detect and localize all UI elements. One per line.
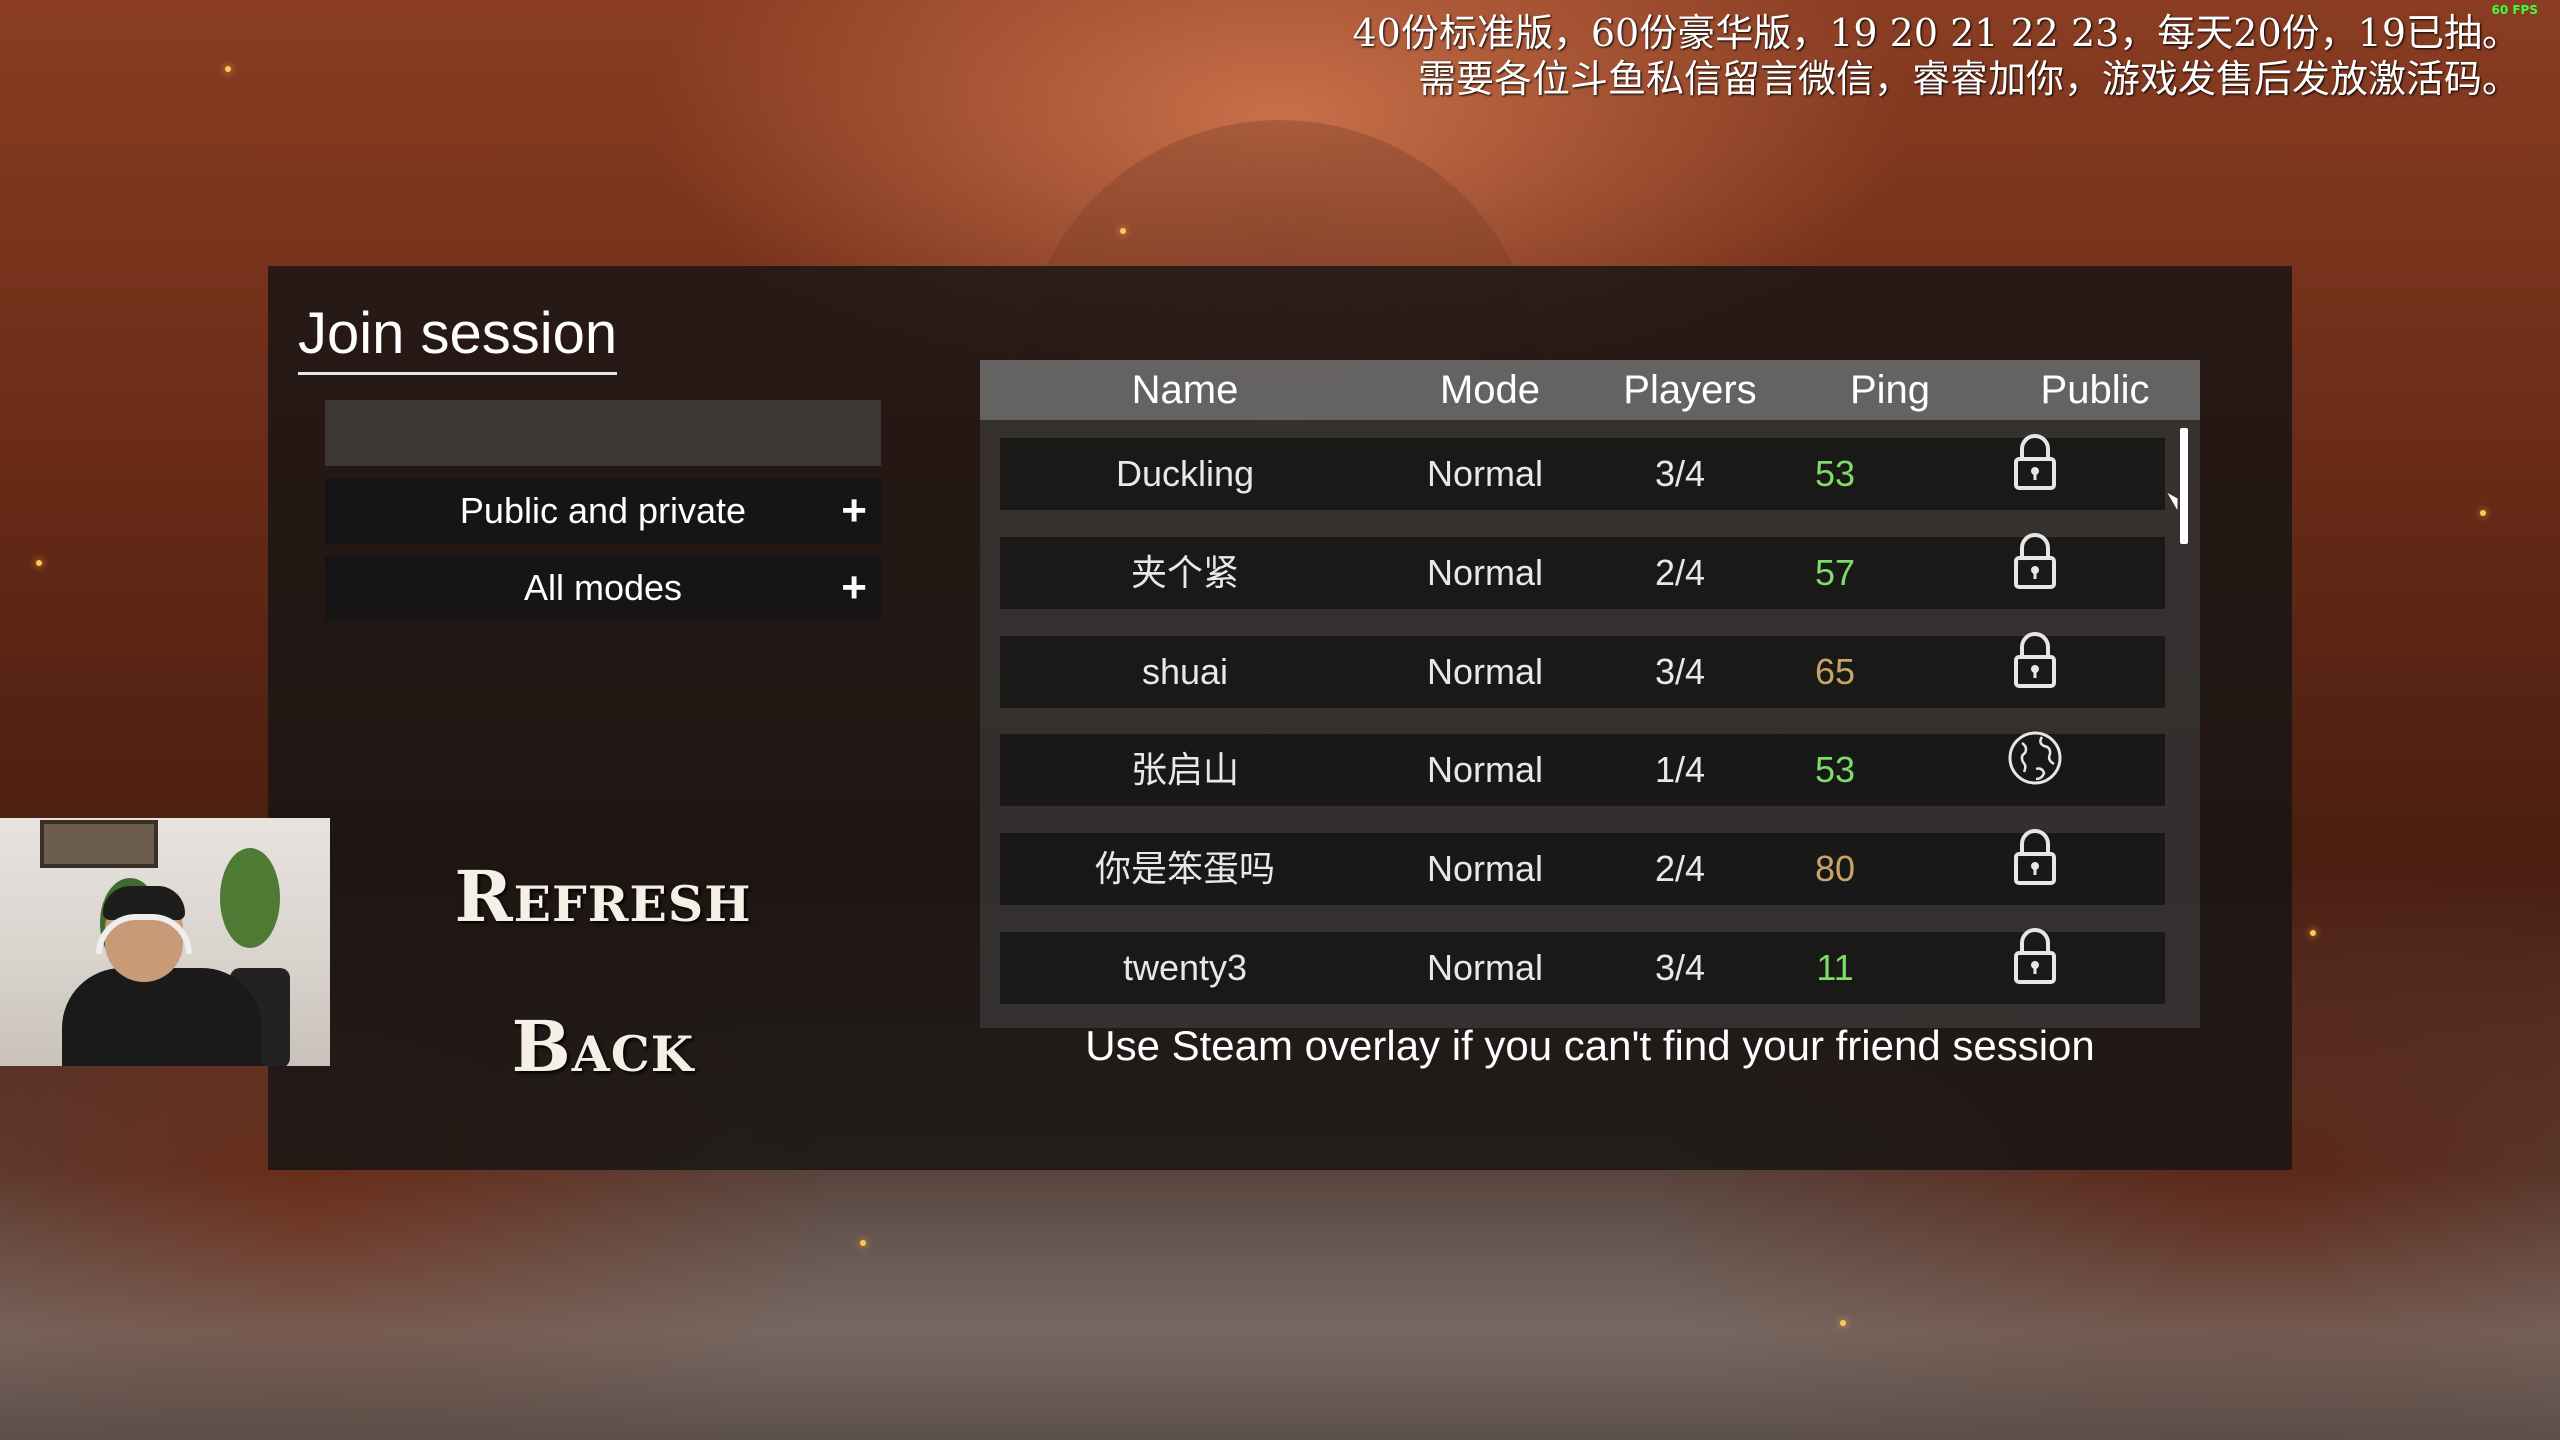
visibility-filter-label: Public and private: [459, 490, 747, 531]
streamer-webcam: [0, 818, 330, 1066]
session-players: 2/4: [1654, 848, 1706, 889]
session-mode: Normal: [1426, 947, 1543, 988]
session-search-input[interactable]: [325, 400, 881, 466]
session-players: 3/4: [1654, 651, 1706, 692]
session-row[interactable]: Duckling Normal 3/4 53: [1000, 434, 2165, 510]
steam-overlay-hint: Use Steam overlay if you can't find your…: [1085, 1022, 2095, 1069]
ember-particle: [2480, 510, 2486, 516]
column-header-public[interactable]: Public: [2010, 360, 2180, 420]
session-name: 你是笨蛋吗: [1094, 848, 1275, 889]
session-public-cell: [1950, 533, 2120, 609]
page-title: Join session: [298, 300, 618, 375]
session-mode: Normal: [1426, 848, 1543, 889]
session-public-cell: [1950, 731, 2120, 806]
session-row[interactable]: 你是笨蛋吗 Normal 2/4 80: [1000, 829, 2165, 905]
ember-particle: [2310, 930, 2316, 936]
ember-particle: [860, 1240, 866, 1246]
session-name: twenty3: [1122, 947, 1248, 988]
column-header-name[interactable]: Name: [1050, 360, 1320, 420]
session-name: 张启山: [1130, 749, 1239, 790]
lock-icon: [2013, 631, 2057, 713]
lock-icon: [2013, 927, 2057, 1009]
session-ping: 11: [1816, 947, 1854, 988]
session-players: 3/4: [1654, 453, 1706, 494]
session-name: 夹个紧: [1130, 552, 1239, 593]
session-ping: 53: [1814, 749, 1856, 790]
session-mode: Normal: [1426, 453, 1543, 494]
ember-particle: [1120, 228, 1126, 234]
plus-icon: +: [841, 563, 867, 612]
session-mode: Normal: [1426, 749, 1543, 790]
ember-particle: [225, 66, 231, 72]
column-header-mode[interactable]: Mode: [1390, 360, 1590, 420]
session-mode: Normal: [1426, 651, 1543, 692]
streamer-body: [62, 968, 262, 1066]
globe-icon: [2006, 729, 2064, 811]
ember-particle: [36, 560, 42, 566]
session-public-cell: [1950, 829, 2120, 905]
announcement-line-1: 40份标准版，60份豪华版，19 20 21 22 23，每天20份，19已抽。: [1352, 11, 2521, 55]
session-row[interactable]: shuai Normal 3/4 65: [1000, 632, 2165, 708]
session-public-cell: [1950, 434, 2120, 510]
session-list-scrollbar[interactable]: [2180, 428, 2188, 544]
session-name: Duckling: [1115, 453, 1255, 494]
stream-announcement: 40份标准版，60份豪华版，19 20 21 22 23，每天20份，19已抽。…: [1260, 10, 2521, 102]
mode-filter-dropdown[interactable]: All modes +: [325, 555, 881, 621]
session-row[interactable]: 夹个紧 Normal 2/4 57: [1000, 533, 2165, 609]
session-row[interactable]: twenty3 Normal 3/4 11: [1000, 928, 2165, 1004]
column-header-ping[interactable]: Ping: [1810, 360, 1970, 420]
lock-icon: [2013, 433, 2057, 515]
wall-picture: [40, 820, 158, 868]
lock-icon: [2013, 828, 2057, 910]
session-players: 3/4: [1654, 947, 1706, 988]
back-button[interactable]: Back: [325, 1005, 881, 1088]
refresh-button[interactable]: Refresh: [325, 855, 881, 938]
session-mode: Normal: [1426, 552, 1543, 593]
column-header-players[interactable]: Players: [1600, 360, 1780, 420]
session-ping: 65: [1814, 651, 1856, 692]
plant: [220, 848, 280, 948]
session-ping: 53: [1814, 453, 1856, 494]
session-ping: 57: [1814, 552, 1856, 593]
background-floor: [0, 1170, 2560, 1440]
session-players: 2/4: [1654, 552, 1706, 593]
session-ping: 80: [1814, 848, 1856, 889]
session-players: 1/4: [1654, 749, 1706, 790]
plus-icon: +: [841, 486, 867, 535]
session-public-cell: [1950, 632, 2120, 708]
session-name: shuai: [1141, 651, 1229, 692]
lock-icon: [2013, 532, 2057, 614]
ember-particle: [1840, 1320, 1846, 1326]
announcement-line-2: 需要各位斗鱼私信留言微信，睿睿加你，游戏发售后发放激活码。: [1417, 57, 2520, 101]
session-public-cell: [1950, 928, 2120, 1004]
mode-filter-label: All modes: [523, 567, 683, 608]
visibility-filter-dropdown[interactable]: Public and private +: [325, 478, 881, 544]
session-row[interactable]: 张启山 Normal 1/4 53: [1000, 731, 2165, 806]
